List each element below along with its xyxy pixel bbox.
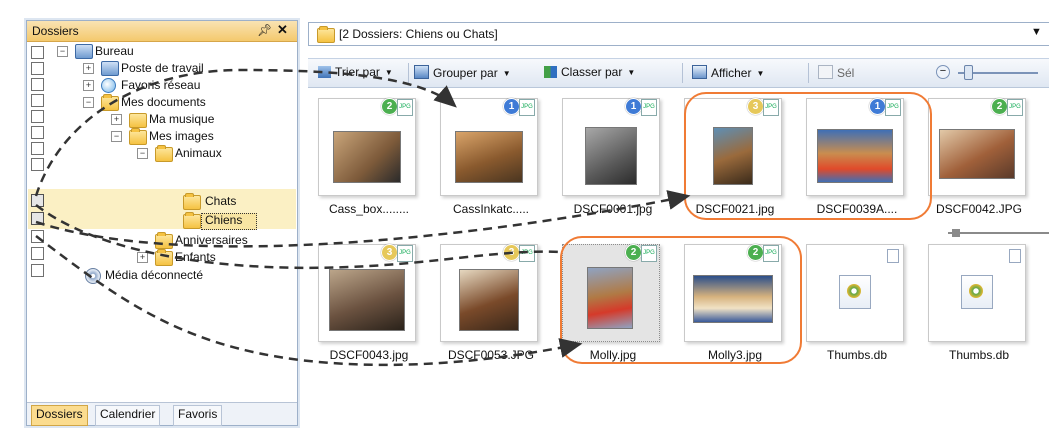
arrow-chats-to-cass — [34, 68, 457, 197]
arrow-chiens-to-molly — [35, 235, 583, 367]
arrow-chiens-to-row1 — [35, 190, 691, 248]
arrow-chats-lower — [35, 204, 561, 270]
annotation-arrows — [34, 68, 691, 367]
